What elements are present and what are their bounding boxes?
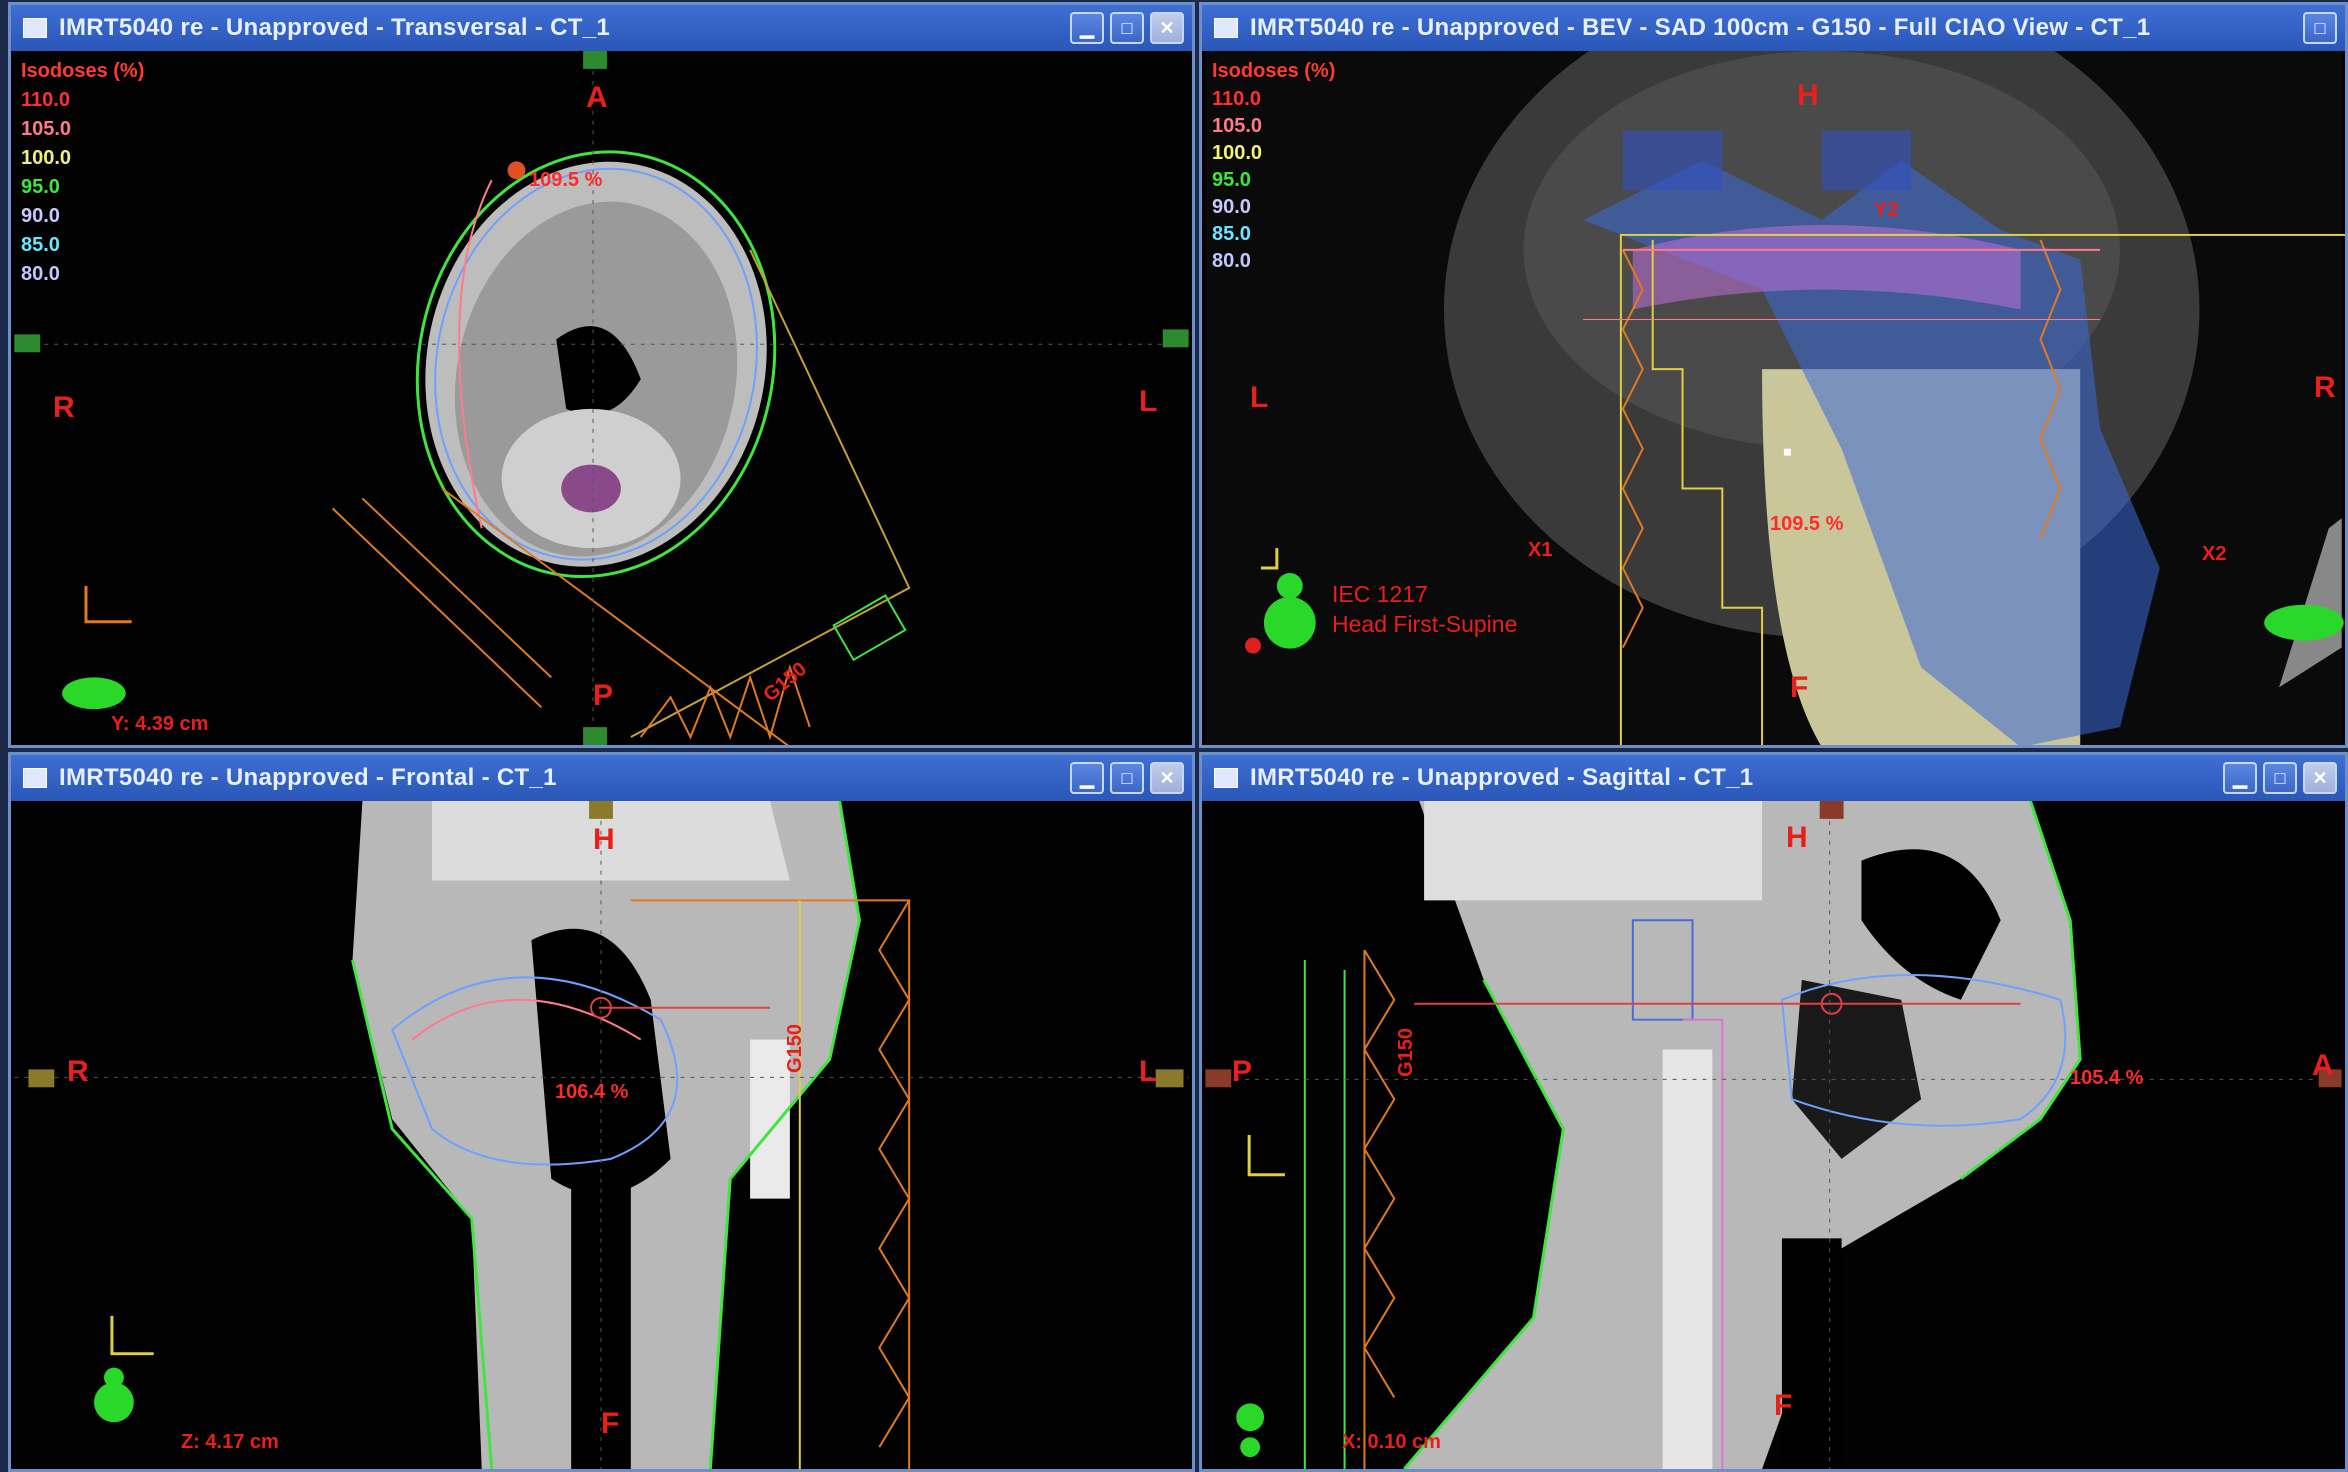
orientation-head: H	[1797, 79, 1819, 112]
jaw-y2-label: Y2	[1874, 199, 1899, 221]
window-title: IMRT5040 re - Unapproved - Frontal - CT_…	[59, 764, 557, 791]
orientation-left: L	[1139, 385, 1158, 418]
isodose-level-95: 95.0	[1212, 169, 1251, 191]
sagittal-titlebar[interactable]: IMRT5040 re - Unapproved - Sagittal - CT…	[1202, 755, 2345, 801]
window-title: IMRT5040 re - Unapproved - BEV - SAD 100…	[1250, 14, 2151, 41]
isodose-legend-header: Isodoses (%)	[21, 60, 145, 82]
minimize-button[interactable]: ▁	[1070, 762, 1104, 794]
jaw-x2-label: X2	[2202, 543, 2227, 565]
maximize-button[interactable]: □	[2303, 12, 2337, 44]
transversal-ct-image	[14, 51, 1189, 745]
isodose-level-95: 95.0	[21, 176, 60, 198]
patient-position-label: Head First-Supine	[1332, 611, 1518, 637]
bev-viewport[interactable]: Isodoses (%) 110.0 105.0 100.0 95.0 90.0…	[1202, 51, 2345, 745]
minimize-button[interactable]: ▁	[2223, 762, 2257, 794]
orientation-anterior: A	[2312, 1049, 2334, 1082]
isodose-level-85: 85.0	[21, 234, 60, 256]
bev-window[interactable]: IMRT5040 re - Unapproved - BEV - SAD 100…	[1199, 2, 2348, 748]
window-app-icon	[23, 18, 47, 38]
slice-coordinate: Z: 4.17 cm	[181, 1431, 279, 1453]
orientation-right: R	[2314, 371, 2336, 404]
orientation-right: R	[67, 1055, 89, 1088]
maximize-button[interactable]: □	[1110, 762, 1144, 794]
frontal-window[interactable]: IMRT5040 re - Unapproved - Frontal - CT_…	[8, 752, 1195, 1472]
max-dose-label: 109.5 %	[529, 169, 603, 191]
isodose-level-90: 90.0	[21, 205, 60, 227]
close-button[interactable]: ✕	[1150, 762, 1184, 794]
orientation-left: L	[1250, 381, 1269, 414]
window-title: IMRT5040 re - Unapproved - Sagittal - CT…	[1250, 764, 1754, 791]
isodose-level-100: 100.0	[1212, 142, 1263, 164]
sagittal-viewport[interactable]: H F P A 105.4 % X: 0.10 cm G150	[1202, 801, 2345, 1469]
sagittal-ct-image	[1205, 801, 2342, 1469]
beam-gantry-label: G150	[1394, 1028, 1417, 1077]
jaw-x1-label: X1	[1528, 539, 1553, 561]
isodose-legend-header: Isodoses (%)	[1212, 60, 1336, 82]
orientation-feet: F	[1774, 1389, 1793, 1422]
frontal-viewport[interactable]: H F R L 106.4 % Z: 4.17 cm G150	[11, 801, 1192, 1469]
isodose-level-110: 110.0	[1212, 88, 1261, 110]
minimize-button[interactable]: ▁	[1070, 12, 1104, 44]
orientation-feet: F	[601, 1407, 620, 1440]
beam-gantry-label: G150	[783, 1024, 806, 1073]
transversal-viewport[interactable]: Isodoses (%) 110.0 105.0 100.0 95.0 90.0…	[11, 51, 1192, 745]
max-dose-label: 106.4 %	[555, 1081, 629, 1103]
maximize-button[interactable]: □	[2263, 762, 2297, 794]
orientation-feet: F	[1790, 671, 1809, 704]
isodose-level-105: 105.0	[1212, 115, 1263, 137]
isodose-level-105: 105.0	[21, 118, 72, 140]
window-app-icon	[23, 768, 47, 788]
orientation-right: R	[53, 391, 75, 424]
frontal-ct-image	[14, 801, 1189, 1469]
slice-coordinate: X: 0.10 cm	[1342, 1431, 1441, 1453]
orientation-head: H	[1786, 821, 1808, 854]
sagittal-window[interactable]: IMRT5040 re - Unapproved - Sagittal - CT…	[1199, 752, 2348, 1472]
isodose-level-80: 80.0	[21, 263, 60, 285]
orientation-left: L	[1139, 1055, 1158, 1088]
orientation-posterior: P	[1232, 1055, 1253, 1088]
bev-3d-render	[1205, 51, 2345, 745]
isodose-level-90: 90.0	[1212, 196, 1251, 218]
isodose-level-80: 80.0	[1212, 250, 1251, 272]
transversal-window[interactable]: IMRT5040 re - Unapproved - Transversal -…	[8, 2, 1195, 748]
isodose-level-85: 85.0	[1212, 223, 1251, 245]
window-app-icon	[1214, 18, 1238, 38]
isodose-legend: Isodoses (%) 110.0 105.0 100.0 95.0 90.0…	[1212, 57, 1335, 275]
patient-orientation-info: IEC 1217 Head First-Supine	[1332, 579, 1517, 639]
frontal-titlebar[interactable]: IMRT5040 re - Unapproved - Frontal - CT_…	[11, 755, 1192, 801]
close-button[interactable]: ✕	[1150, 12, 1184, 44]
max-dose-label: 105.4 %	[2070, 1067, 2144, 1089]
transversal-titlebar[interactable]: IMRT5040 re - Unapproved - Transversal -…	[11, 5, 1192, 51]
orientation-head: H	[593, 823, 615, 856]
bev-titlebar[interactable]: IMRT5040 re - Unapproved - BEV - SAD 100…	[1202, 5, 2345, 51]
orientation-posterior: P	[593, 679, 614, 712]
maximize-button[interactable]: □	[1110, 12, 1144, 44]
iec-standard-label: IEC 1217	[1332, 581, 1428, 607]
orientation-anterior: A	[586, 81, 608, 114]
window-title: IMRT5040 re - Unapproved - Transversal -…	[59, 14, 611, 41]
close-button[interactable]: ✕	[2303, 762, 2337, 794]
isodose-level-100: 100.0	[21, 147, 72, 169]
slice-coordinate: Y: 4.39 cm	[111, 713, 209, 735]
window-app-icon	[1214, 768, 1238, 788]
max-dose-label: 109.5 %	[1770, 513, 1844, 535]
isodose-legend: Isodoses (%) 110.0 105.0 100.0 95.0 90.0…	[21, 57, 144, 289]
isodose-level-110: 110.0	[21, 89, 70, 111]
